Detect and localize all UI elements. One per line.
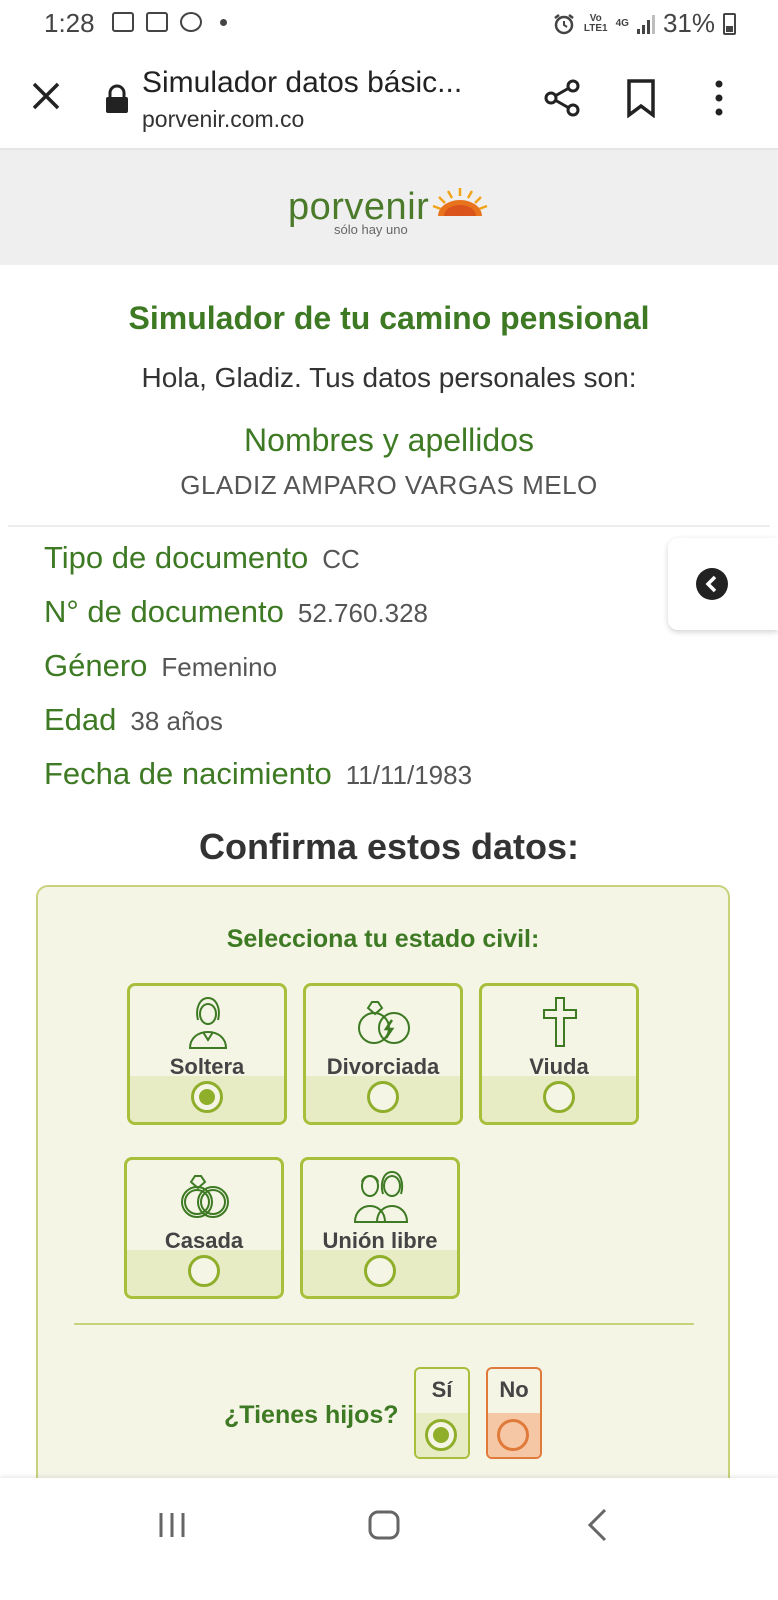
radio-yes[interactable] bbox=[425, 1419, 457, 1451]
detail-row-birth-date: Fecha de nacimiento 11/11/1983 bbox=[44, 756, 472, 810]
recent-apps-icon[interactable] bbox=[158, 1512, 186, 1538]
detail-label: Edad bbox=[44, 702, 117, 737]
back-icon[interactable] bbox=[586, 1508, 608, 1542]
yes-radio-area bbox=[416, 1413, 468, 1457]
confirm-heading: Confirma estos datos: bbox=[198, 826, 580, 867]
option-viuda[interactable]: Viuda bbox=[479, 983, 639, 1125]
chrome-icon bbox=[180, 12, 202, 32]
page-heading: Simulador de tu camino pensional bbox=[128, 300, 650, 336]
greeting-text: Hola, Gladiz. Tus datos personales son: bbox=[141, 362, 637, 393]
radio-soltera[interactable] bbox=[191, 1081, 223, 1113]
divider bbox=[8, 525, 770, 527]
woman-icon bbox=[188, 996, 228, 1049]
image-icon bbox=[112, 12, 134, 32]
detail-row-document-number: N° de documento 52.760.328 bbox=[44, 594, 472, 648]
radio-divorciada[interactable] bbox=[367, 1081, 399, 1113]
radio-casada[interactable] bbox=[188, 1255, 220, 1287]
option-radio-area bbox=[127, 1250, 281, 1296]
signal-icon bbox=[636, 14, 655, 34]
option-divorciada[interactable]: Divorciada bbox=[303, 983, 463, 1125]
more-options-icon[interactable] bbox=[712, 78, 726, 118]
kids-yes-option[interactable]: Sí bbox=[414, 1367, 470, 1459]
name-label: Nombres y apellidos bbox=[244, 422, 534, 458]
detail-label: Fecha de nacimiento bbox=[44, 756, 332, 791]
panel-divider bbox=[74, 1323, 694, 1325]
detail-label: N° de documento bbox=[44, 594, 284, 629]
radio-viuda[interactable] bbox=[543, 1081, 575, 1113]
browser-toolbar: Simulador datos básic... porvenir.com.co bbox=[0, 48, 778, 150]
option-radio-area bbox=[482, 1076, 636, 1122]
option-union-libre[interactable]: Unión libre bbox=[300, 1157, 460, 1299]
lock-icon[interactable] bbox=[104, 84, 130, 114]
kids-question: ¿Tienes hijos? bbox=[224, 1401, 399, 1429]
network-type: 4G bbox=[615, 17, 629, 29]
civil-status-panel: Selecciona tu estado civil: Soltera Divo… bbox=[36, 885, 730, 1525]
rings-icon bbox=[181, 1175, 229, 1218]
no-radio-area bbox=[488, 1413, 540, 1457]
option-radio-area bbox=[303, 1250, 457, 1296]
detail-value: CC bbox=[322, 544, 360, 574]
radio-union-libre[interactable] bbox=[364, 1255, 396, 1287]
volte-indicator: Vo LTE1 bbox=[583, 12, 608, 34]
name-value: GLADIZ AMPARO VARGAS MELO bbox=[180, 470, 598, 500]
battery-percent: 31% bbox=[662, 8, 715, 38]
detail-value: 11/11/1983 bbox=[345, 760, 473, 790]
detail-value: 38 años bbox=[130, 706, 223, 736]
yes-label: Sí bbox=[431, 1377, 453, 1402]
broken-rings-icon bbox=[358, 1001, 410, 1044]
more-notifications-icon bbox=[220, 18, 227, 26]
chevron-left-icon bbox=[696, 568, 728, 600]
civil-status-title: Selecciona tu estado civil: bbox=[226, 925, 540, 953]
detail-row-age: Edad 38 años bbox=[44, 702, 472, 756]
brand-tagline: sólo hay uno bbox=[334, 222, 408, 237]
detail-row-gender: Género Femenino bbox=[44, 648, 472, 702]
option-radio-area bbox=[306, 1076, 460, 1122]
option-soltera[interactable]: Soltera bbox=[127, 983, 287, 1125]
home-icon[interactable] bbox=[368, 1510, 400, 1540]
detail-row-document-type: Tipo de documento CC bbox=[44, 540, 472, 594]
url-text[interactable]: porvenir.com.co bbox=[142, 106, 304, 133]
close-icon[interactable] bbox=[28, 78, 64, 114]
personal-details: Tipo de documento CC N° de documento 52.… bbox=[44, 540, 472, 810]
detail-label: Tipo de documento bbox=[44, 540, 309, 575]
cross-icon bbox=[543, 997, 577, 1047]
couple-icon bbox=[353, 1170, 409, 1223]
status-time: 1:28 bbox=[44, 8, 95, 38]
no-label: No bbox=[499, 1377, 529, 1402]
radio-no[interactable] bbox=[497, 1419, 529, 1451]
battery-icon bbox=[723, 12, 736, 35]
brand-header: porvenir sólo hay uno bbox=[0, 150, 778, 265]
detail-value: Femenino bbox=[161, 652, 278, 682]
page-title-tab[interactable]: Simulador datos básic... bbox=[142, 66, 462, 100]
alarm-icon bbox=[554, 13, 574, 34]
status-bar: 1:28 Vo LTE1 4G 31% bbox=[0, 0, 778, 48]
kids-no-option[interactable]: No bbox=[486, 1367, 542, 1459]
sun-logo-icon bbox=[432, 188, 488, 216]
news-icon bbox=[146, 12, 168, 32]
detail-value: 52.760.328 bbox=[297, 598, 429, 628]
option-casada[interactable]: Casada bbox=[124, 1157, 284, 1299]
option-radio-area bbox=[130, 1076, 284, 1122]
system-nav-bar bbox=[0, 1478, 778, 1600]
detail-label: Género bbox=[44, 648, 148, 683]
bookmark-icon[interactable] bbox=[624, 78, 658, 118]
status-notification-icons bbox=[112, 12, 227, 32]
share-icon[interactable] bbox=[542, 78, 582, 118]
side-drawer-toggle[interactable] bbox=[668, 538, 778, 630]
status-system-icons: Vo LTE1 4G 31% bbox=[552, 8, 736, 39]
